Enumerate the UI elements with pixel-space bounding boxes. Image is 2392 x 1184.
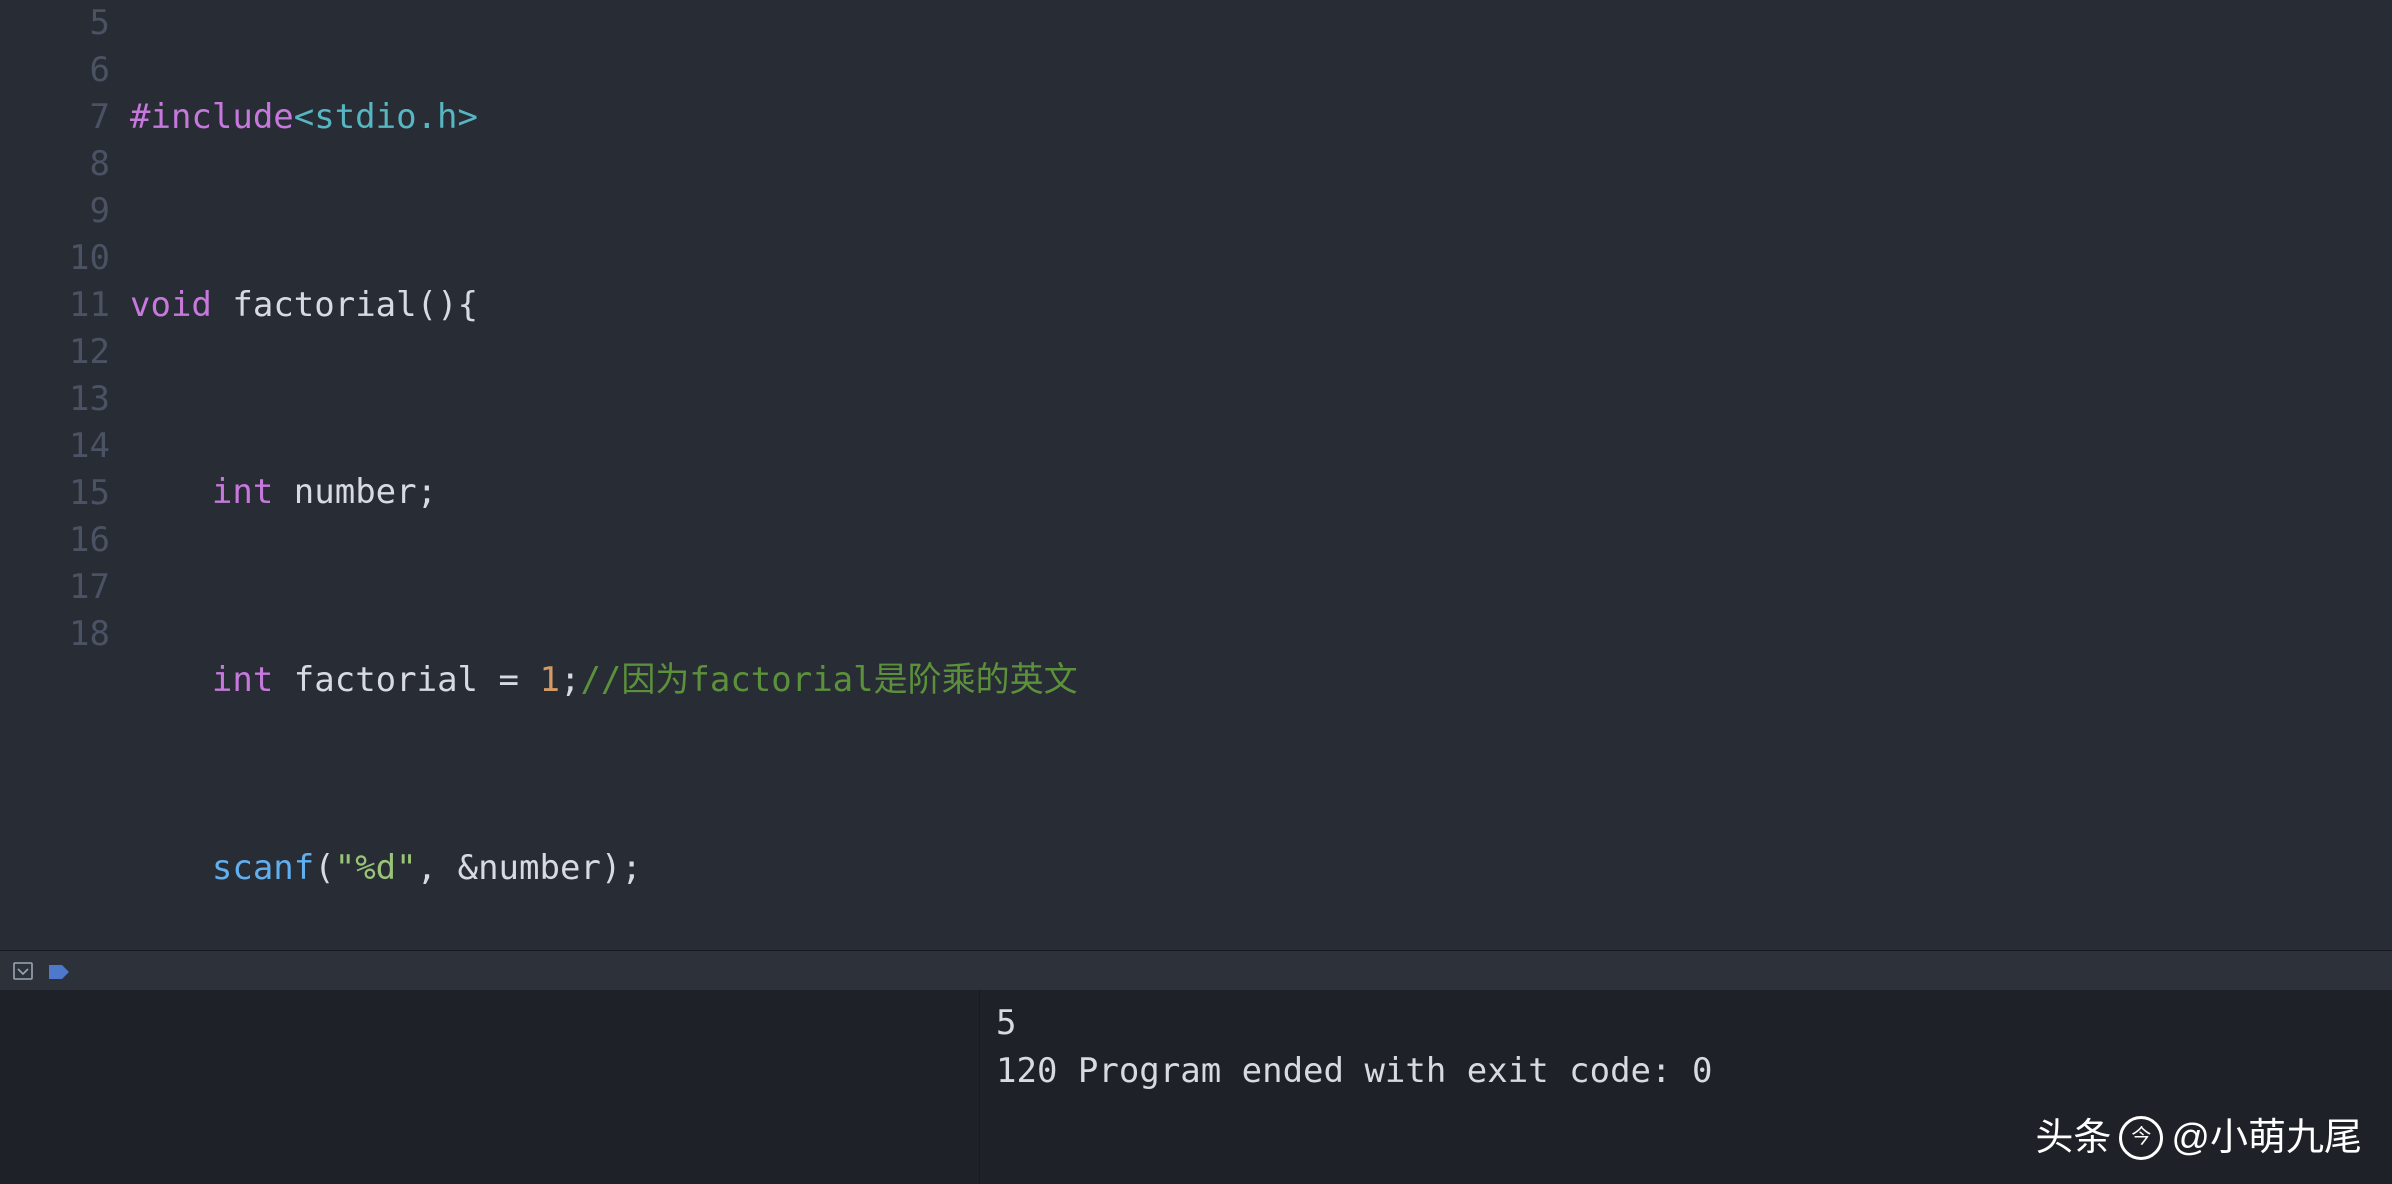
console-panel: 5 120 Program ended with exit code: 0 bbox=[0, 990, 2392, 1184]
code-line[interactable]: int number; bbox=[130, 469, 2392, 516]
line-number: 10 bbox=[0, 235, 110, 282]
watermark-text-right: @小萌九尾 bbox=[2171, 1112, 2362, 1164]
watermark: 头条 今 @小萌九尾 bbox=[2035, 1112, 2362, 1164]
paren-close: ) bbox=[601, 845, 621, 892]
line-number: 14 bbox=[0, 423, 110, 470]
semicolon: ; bbox=[621, 845, 641, 892]
line-number: 18 bbox=[0, 611, 110, 658]
console-line: 5 bbox=[996, 1003, 1016, 1043]
string-literal: "%d" bbox=[335, 845, 417, 892]
code-line[interactable]: scanf("%d", &number); bbox=[130, 845, 2392, 892]
identifier: number bbox=[294, 469, 417, 516]
keyword-void: void bbox=[130, 282, 212, 329]
brace: { bbox=[458, 282, 478, 329]
include-lib: <stdio.h> bbox=[294, 94, 478, 141]
preprocessor: #include bbox=[130, 94, 294, 141]
code-line[interactable]: #include<stdio.h> bbox=[130, 94, 2392, 141]
paren-open: ( bbox=[314, 845, 334, 892]
function-call: scanf bbox=[212, 845, 314, 892]
line-number: 9 bbox=[0, 188, 110, 235]
semicolon: ; bbox=[417, 469, 437, 516]
line-number: 5 bbox=[0, 0, 110, 47]
line-number: 16 bbox=[0, 517, 110, 564]
line-gutter: 5 6 7 8 9 10 11 12 13 14 15 16 17 18 bbox=[0, 0, 130, 950]
code-content[interactable]: #include<stdio.h> void factorial(){ int … bbox=[130, 0, 2392, 950]
number-literal: 1 bbox=[539, 657, 559, 704]
semicolon: ; bbox=[560, 657, 580, 704]
expand-icon[interactable] bbox=[12, 960, 34, 982]
parentheses: () bbox=[417, 282, 458, 329]
code-editor[interactable]: 5 6 7 8 9 10 11 12 13 14 15 16 17 18 #in… bbox=[0, 0, 2392, 950]
watermark-text-left: 头条 bbox=[2035, 1112, 2111, 1164]
console-left-pane[interactable] bbox=[0, 990, 980, 1184]
line-number: 7 bbox=[0, 94, 110, 141]
debug-toolbar bbox=[0, 950, 2392, 990]
line-number: 12 bbox=[0, 329, 110, 376]
line-number: 13 bbox=[0, 376, 110, 423]
ampersand: & bbox=[458, 845, 478, 892]
identifier: factorial bbox=[294, 657, 478, 704]
line-number: 17 bbox=[0, 564, 110, 611]
code-line[interactable]: void factorial(){ bbox=[130, 282, 2392, 329]
code-line[interactable]: int factorial = 1;//因为factorial是阶乘的英文 bbox=[130, 657, 2392, 704]
function-name: factorial bbox=[232, 282, 416, 329]
identifier: number bbox=[478, 845, 601, 892]
line-number: 15 bbox=[0, 470, 110, 517]
type-int: int bbox=[212, 657, 273, 704]
comma: , bbox=[417, 845, 437, 892]
tag-icon[interactable] bbox=[48, 947, 70, 994]
operator: = bbox=[499, 657, 519, 704]
console-line: 120 Program ended with exit code: 0 bbox=[996, 1051, 1712, 1091]
line-number: 11 bbox=[0, 282, 110, 329]
line-number: 8 bbox=[0, 141, 110, 188]
line-number: 6 bbox=[0, 47, 110, 94]
type-int: int bbox=[212, 469, 273, 516]
comment: //因为factorial是阶乘的英文 bbox=[580, 657, 1077, 704]
watermark-logo-icon: 今 bbox=[2119, 1116, 2163, 1160]
